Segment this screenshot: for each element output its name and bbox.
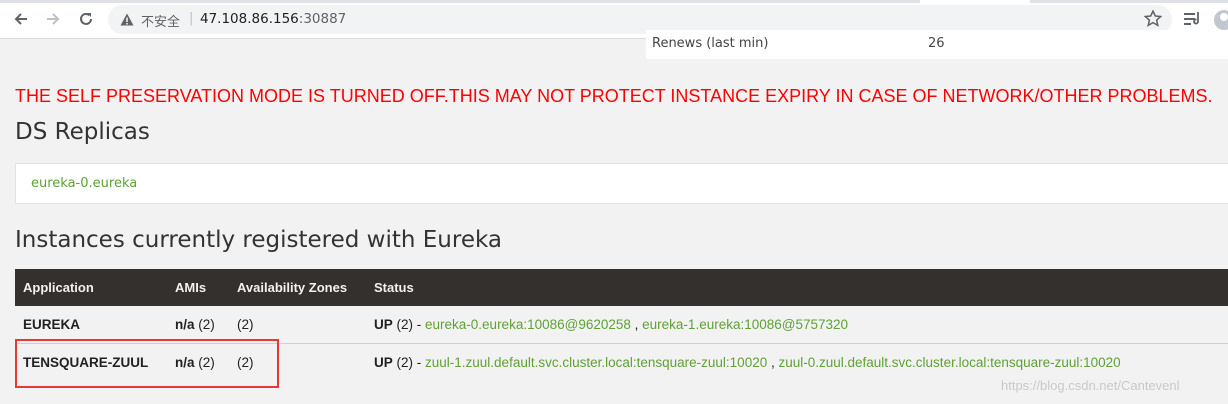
url-port: :30887	[298, 11, 347, 27]
amis-cell: n/a (2)	[167, 343, 229, 381]
instances-table: Application AMIs Availability Zones Stat…	[15, 269, 1228, 381]
link-separator: ,	[630, 317, 643, 332]
table-header-row: Application AMIs Availability Zones Stat…	[15, 269, 1228, 306]
instance-link[interactable]: eureka-0.eureka:10086@9620258	[425, 317, 631, 332]
column-header-zones: Availability Zones	[229, 269, 366, 306]
status-count: (2) -	[392, 355, 426, 370]
table-row: EUREKA n/a (2) (2) UP (2) - eureka-0.eur…	[15, 306, 1228, 344]
watermark: https://blog.csdn.net/Cantevenl	[1001, 378, 1180, 393]
table-row: TENSQUARE-ZUUL n/a (2) (2) UP (2) - zuul…	[15, 343, 1228, 381]
instance-link[interactable]: zuul-0.zuul.default.svc.cluster.local:te…	[778, 355, 1120, 370]
application-name: TENSQUARE-ZUUL	[23, 355, 149, 370]
renews-label: Renews (last min)	[652, 36, 769, 51]
reading-list-icon[interactable]	[1184, 12, 1202, 26]
star-icon[interactable]	[1144, 10, 1162, 27]
url-host: 47.108.86.156	[200, 11, 299, 27]
column-header-status: Status	[366, 269, 1228, 306]
instances-heading: Instances currently registered with Eure…	[15, 227, 502, 253]
renews-value: 26	[928, 36, 945, 51]
instance-link[interactable]: zuul-1.zuul.default.svc.cluster.local:te…	[425, 355, 767, 370]
amis-value: n/a	[175, 317, 195, 332]
application-cell: EUREKA	[15, 306, 167, 344]
zones-cell: (2)	[229, 306, 366, 344]
status-value: UP	[374, 317, 393, 332]
reload-icon	[80, 12, 92, 25]
security-label[interactable]: 不安全	[141, 11, 180, 30]
warning-icon[interactable]	[120, 13, 134, 26]
zones-cell: (2)	[229, 343, 366, 381]
tab-strip-edge	[1030, 0, 1228, 3]
amis-cell: n/a (2)	[167, 306, 229, 344]
url-text[interactable]: 47.108.86.156:30887	[200, 11, 346, 27]
replica-link[interactable]: eureka-0.eureka	[31, 176, 137, 191]
status-cell: UP (2) - zuul-1.zuul.default.svc.cluster…	[366, 343, 1228, 381]
status-cell: UP (2) - eureka-0.eureka:10086@9620258 ,…	[366, 306, 1228, 344]
status-count: (2) -	[392, 317, 426, 332]
application-cell: TENSQUARE-ZUUL	[15, 343, 167, 381]
address-separator: |	[189, 11, 194, 26]
ds-replicas-heading: DS Replicas	[15, 119, 150, 145]
instance-link[interactable]: eureka-1.eureka:10086@5757320	[642, 317, 848, 332]
back-icon	[14, 13, 27, 25]
amis-count: (2)	[194, 355, 215, 370]
column-header-application: Application	[15, 269, 167, 306]
renews-row: Renews (last min) 26	[646, 30, 1228, 59]
back-button[interactable]	[10, 8, 32, 30]
link-separator: ,	[767, 355, 779, 370]
amis-value: n/a	[175, 355, 195, 370]
reload-button[interactable]	[75, 8, 97, 30]
status-value: UP	[374, 355, 393, 370]
forward-button[interactable]	[42, 8, 64, 30]
tab-strip-edge	[0, 0, 920, 3]
amis-count: (2)	[194, 317, 215, 332]
self-preservation-warning: THE SELF PRESERVATION MODE IS TURNED OFF…	[15, 86, 1213, 106]
forward-icon	[47, 13, 60, 25]
profile-avatar-icon[interactable]	[1214, 10, 1228, 30]
ds-replicas-list: eureka-0.eureka	[15, 163, 1228, 204]
column-header-amis: AMIs	[167, 269, 229, 306]
application-name: EUREKA	[23, 317, 81, 332]
